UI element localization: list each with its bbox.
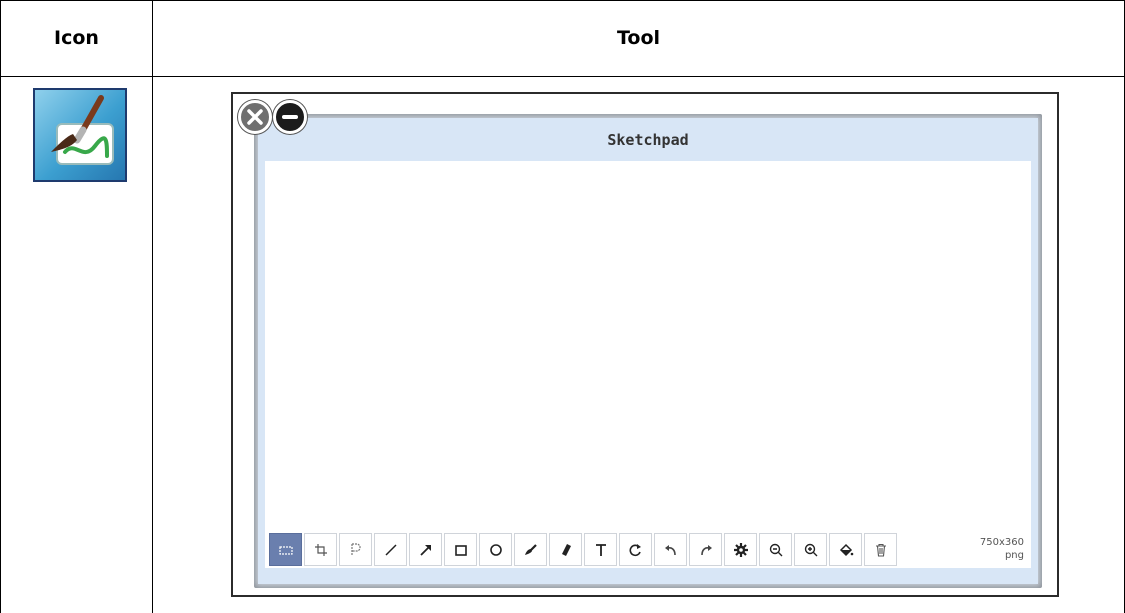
eraser-icon[interactable] bbox=[549, 533, 582, 566]
sketchpad-title: Sketchpad bbox=[607, 131, 689, 149]
zoom-out-icon[interactable] bbox=[759, 533, 792, 566]
paint-bucket-icon[interactable] bbox=[829, 533, 862, 566]
redo-icon[interactable] bbox=[689, 533, 722, 566]
undo-icon[interactable] bbox=[654, 533, 687, 566]
gear-icon[interactable] bbox=[724, 533, 757, 566]
ellipse-icon[interactable] bbox=[479, 533, 512, 566]
table-border-middle bbox=[152, 0, 153, 613]
arrow-icon[interactable] bbox=[409, 533, 442, 566]
header-tool: Tool bbox=[616, 27, 661, 49]
close-x-icon[interactable] bbox=[238, 100, 272, 134]
header-icon: Icon bbox=[54, 27, 99, 49]
trash-icon[interactable] bbox=[864, 533, 897, 566]
canvas-format: png bbox=[1004, 550, 1024, 561]
drawing-canvas[interactable] bbox=[265, 161, 1031, 568]
tool-toolbar bbox=[269, 533, 899, 567]
canvas-size: 750x360 bbox=[979, 537, 1024, 548]
table-border-header-bottom bbox=[0, 76, 1125, 77]
zoom-in-icon[interactable] bbox=[794, 533, 827, 566]
canvas-info: 750x360 png bbox=[968, 536, 1024, 562]
rectangle-icon[interactable] bbox=[444, 533, 477, 566]
paste-icon[interactable] bbox=[339, 533, 372, 566]
select-rect-icon[interactable] bbox=[269, 533, 302, 566]
minus-icon[interactable] bbox=[273, 100, 307, 134]
brush-icon[interactable] bbox=[514, 533, 547, 566]
rotate-icon[interactable] bbox=[619, 533, 652, 566]
line-icon[interactable] bbox=[374, 533, 407, 566]
sketchpad-paintbrush-icon bbox=[33, 88, 127, 182]
text-icon[interactable] bbox=[584, 533, 617, 566]
crop-icon[interactable] bbox=[304, 533, 337, 566]
table-border-left bbox=[0, 0, 1, 613]
